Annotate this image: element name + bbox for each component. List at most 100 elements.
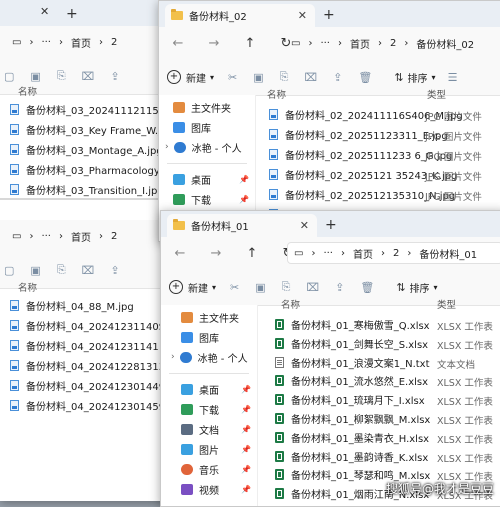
file-row[interactable]: 备份材料_03_Key Frame_W.jpg [10,120,170,139]
tab-folder[interactable]: 备份材料_02 ✕ [165,4,315,27]
cut-icon[interactable]: ▢ [4,70,14,83]
paste-icon[interactable]: ⎘ [280,70,289,84]
breadcrumb-2[interactable]: 2 [111,231,117,242]
breadcrumb-current[interactable]: 备份材料_01 [419,246,477,261]
file-row[interactable]: 备份材料_01_墨染青衣_H.xlsx [275,428,429,447]
sidebar-item-downloads[interactable]: 下载 📌 [161,399,257,419]
breadcrumb-home[interactable]: 首页 [350,36,370,51]
up-arrow-icon[interactable]: ↑ [239,36,261,51]
close-tab-icon[interactable]: ✕ [40,5,49,18]
file-row[interactable]: 备份材料_03_Transition_I.jpg [10,180,164,199]
paste-icon[interactable]: ⎘ [282,280,291,294]
tab-folder[interactable]: 备份材料_01 ✕ [167,214,317,237]
image-file-icon [10,300,19,311]
sidebar-item-onedrive[interactable]: › 冰艳 - 个人 [161,347,257,367]
new-button[interactable]: + 新建 ▾ [167,70,214,85]
rename-icon[interactable]: ⌧ [304,71,317,84]
file-row[interactable]: 备份材料_01_浪漫文案1_N.txt [275,353,430,372]
sidebar-item-desktop[interactable]: 桌面 📌 [159,169,255,189]
file-row[interactable]: 备份材料_04_88_M.jpg [10,296,134,315]
new-tab-button[interactable]: + [66,6,78,22]
paste-icon[interactable]: ⎘ [57,69,66,83]
breadcrumb-more[interactable]: ··· [41,231,51,242]
breadcrumb-home[interactable]: 首页 [71,35,91,50]
rename-icon[interactable]: ⌧ [306,281,319,294]
file-row[interactable]: 备份材料_01_剑舞长空_S.xlsx [275,334,428,353]
file-row[interactable]: 备份材料_04_20241231140S9_Q.jpg [10,316,170,335]
sidebar-item-gallery[interactable]: 图库 [161,327,257,347]
tab-strip: 备份材料_01 ✕ + [161,211,500,237]
new-tab-button[interactable]: + [325,217,337,233]
back-arrow-icon[interactable]: ← [167,36,189,51]
delete-icon[interactable]: 🗑 [358,71,372,84]
share-icon[interactable]: ⇪ [335,281,344,294]
sidebar-item-videos[interactable]: 视频 📌 [161,479,257,499]
forward-arrow-icon[interactable]: → [203,36,225,51]
column-header-name[interactable]: 名称 [18,80,37,102]
file-row[interactable]: 备份材料_01_墨韵诗香_K.xlsx [275,447,428,466]
file-row[interactable]: 备份材料_04_20241230145940_I.jpg [10,396,170,415]
rename-icon[interactable]: ⌧ [82,70,95,83]
column-header-name[interactable]: 名称 [18,276,37,298]
delete-icon[interactable]: 🗑 [360,281,374,294]
breadcrumb-2[interactable]: 2 [111,37,117,48]
breadcrumb-more[interactable]: ··· [323,248,333,259]
address-bar[interactable]: ▭ › ··· › 首页 › 2 › 备份材料_02 [285,32,497,54]
file-row[interactable]: 备份材料_03_Pharmacology_E.jpg [10,160,170,179]
file-row[interactable]: 备份材料_01_流水悠然_E.xlsx [275,371,428,390]
file-row[interactable]: 备份材料_03_2024111211594_S.jpg [10,100,170,119]
view-icon[interactable]: ☰ [448,71,458,84]
breadcrumb-current[interactable]: 备份材料_02 [416,36,474,51]
breadcrumb-more[interactable]: ··· [41,37,51,48]
breadcrumb-2[interactable]: 2 [390,38,396,49]
file-row[interactable]: 备份材料_01_琉璃月下_I.xlsx [275,390,425,409]
sort-button[interactable]: ⇅ 排序 ▾ [396,280,437,295]
sidebar-item-gallery[interactable]: 图库 [159,117,255,137]
breadcrumb-2[interactable]: 2 [393,248,399,259]
address-bar[interactable]: ▭ › ··· › 首页 › 2 [6,225,166,247]
forward-arrow-icon[interactable]: → [205,246,227,261]
file-row[interactable]: 备份材料_04_20241231141 33_U.jpg [10,336,170,355]
breadcrumb-home[interactable]: 首页 [353,246,373,261]
breadcrumb-home[interactable]: 首页 [71,229,91,244]
cut-icon[interactable]: ✂ [230,281,239,294]
tab-strip: ✕ + [0,0,170,26]
up-arrow-icon[interactable]: ↑ [241,246,263,261]
breadcrumb-more[interactable]: ··· [320,38,330,49]
back-arrow-icon[interactable]: ← [169,246,191,261]
new-tab-button[interactable]: + [323,7,335,23]
copy-icon[interactable]: ▣ [255,281,265,294]
cut-icon[interactable]: ▢ [4,264,14,277]
sidebar-item-music[interactable]: 音乐 📌 [161,459,257,479]
file-row[interactable]: 备份材料_01_柳絮飘飘_M.xlsx [275,409,430,428]
sidebar-item-desktop[interactable]: 桌面 📌 [161,379,257,399]
copy-icon[interactable]: ▣ [253,71,263,84]
column-header-name[interactable]: 名称 [267,83,286,105]
column-header-name[interactable]: 名称 [281,293,300,315]
sidebar-item-documents[interactable]: 文档 📌 [161,419,257,439]
file-row[interactable]: 备份材料_04_20241230144911_D.jpg [10,376,170,395]
copy-icon[interactable]: ▣ [30,264,40,277]
file-row[interactable]: 备份材料_02_20251123311_E.jpg [269,125,448,144]
address-bar[interactable]: ▭ › ··· › 首页 › 2 › 备份材料_01 [287,242,500,264]
sidebar-item-onedrive[interactable]: › 冰艳 - 个人 [159,137,255,157]
close-tab-icon[interactable]: ✕ [300,219,309,232]
sidebar-item-home[interactable]: 主文件夹 [161,307,257,327]
file-row[interactable]: 备份材料_03_Montage_A.jpg [10,140,163,159]
address-bar[interactable]: ▭ › ··· › 首页 › 2 [6,31,166,53]
sidebar-item-downloads[interactable]: 下载 📌 [159,189,255,209]
rename-icon[interactable]: ⌧ [82,264,95,277]
sidebar-item-pictures[interactable]: 图片 📌 [161,439,257,459]
share-icon[interactable]: ⇪ [110,264,119,277]
file-row[interactable]: 备份材料_04_20241228131332_Z.jpg [10,356,170,375]
cut-icon[interactable]: ✂ [228,71,237,84]
file-row[interactable]: 备份材料_01_寒梅傲雪_Q.xlsx [275,315,430,334]
paste-icon[interactable]: ⎘ [57,263,66,277]
column-header-type[interactable]: 类型 [427,83,446,105]
new-button[interactable]: + 新建 ▾ [169,280,216,295]
close-tab-icon[interactable]: ✕ [298,9,307,22]
column-header-type[interactable]: 类型 [437,293,456,315]
sidebar-item-home[interactable]: 主文件夹 [159,97,255,117]
share-icon[interactable]: ⇪ [333,71,342,84]
share-icon[interactable]: ⇪ [110,70,119,83]
